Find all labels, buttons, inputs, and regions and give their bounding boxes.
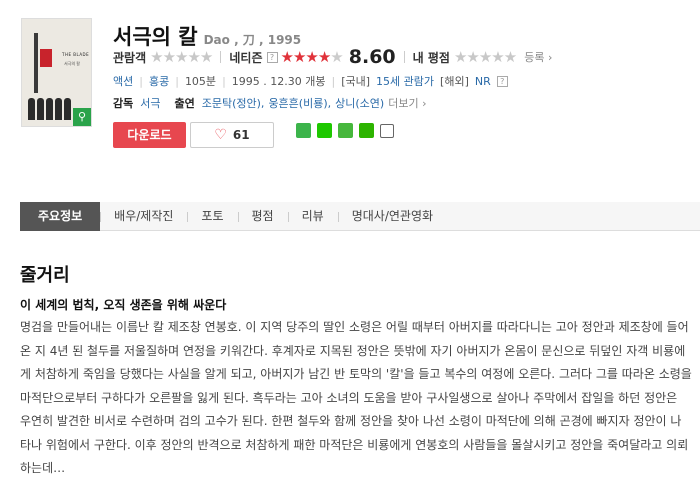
rating-row: 관람객 ★★★★★ 네티즌 ? ★★★★★ 8.60 내 평점 ★★★★★ 등록…	[113, 46, 552, 68]
poster-figure	[28, 98, 35, 120]
divider	[220, 51, 222, 63]
release-date: 1995 . 12.30 개봉	[231, 75, 326, 88]
band-share-icon[interactable]	[359, 123, 374, 138]
synopsis-title: 줄거리	[20, 265, 70, 286]
runtime: 105분	[184, 75, 217, 88]
divider: |	[139, 74, 143, 88]
foreign-rating-link[interactable]: NR	[475, 75, 491, 88]
actor-link[interactable]: 상니(소연)	[335, 95, 384, 111]
share-icon[interactable]	[380, 123, 394, 138]
audience-stars: ★★★★★	[150, 48, 213, 66]
my-rating-label: 내 평점	[412, 50, 450, 65]
line-share-icon[interactable]	[296, 123, 311, 138]
actor-link[interactable]: 조문탁(정안),	[202, 95, 265, 111]
poster-figure	[55, 98, 62, 120]
naver-share-icon[interactable]	[317, 123, 332, 138]
netizen-stars: ★★★★★	[280, 48, 344, 66]
tab-quotes-related[interactable]: 명대사/연관영화	[337, 202, 447, 231]
director-label: 감독	[113, 97, 134, 110]
heart-icon: ♡	[214, 127, 227, 143]
poster-red-graphic	[40, 49, 52, 67]
poster-figure	[64, 98, 71, 120]
like-count: 61	[232, 128, 250, 142]
tab-photos[interactable]: 포토	[187, 202, 237, 231]
zoom-icon[interactable]: ⚲	[73, 108, 91, 126]
director-link[interactable]: 서극	[140, 95, 160, 111]
netizen-score: 8.60	[348, 46, 396, 68]
tab-cast-crew[interactable]: 배우/제작진	[100, 202, 187, 231]
register-rating-link[interactable]: 등록 ›	[524, 49, 552, 65]
movie-info-row: 액션 | 홍콩 | 105분 | 1995 . 12.30 개봉 | [국내] …	[113, 73, 511, 89]
poster-figure	[37, 98, 44, 120]
my-rating-stars[interactable]: ★★★★★	[454, 48, 517, 66]
tab-bar: 주요정보 배우/제작진 포토 평점 리뷰 명대사/연관영화	[20, 201, 700, 231]
divider: |	[175, 74, 179, 88]
share-icons	[296, 123, 394, 138]
domestic-rating-link[interactable]: 15세 관람가	[376, 73, 434, 89]
poster-figure	[46, 98, 53, 120]
actors-label: 출연	[174, 97, 195, 110]
tab-ratings[interactable]: 평점	[237, 202, 288, 231]
like-button[interactable]: ♡ 61	[190, 122, 274, 148]
divider: |	[222, 74, 226, 88]
synopsis-heading: 이 세계의 법칙, 오직 생존을 위해 싸운다	[20, 298, 227, 312]
country-link[interactable]: 홍콩	[149, 73, 169, 89]
help-icon[interactable]: ?	[496, 75, 508, 87]
download-button[interactable]: 다운로드	[113, 122, 186, 148]
poster-blade-graphic	[34, 33, 38, 93]
audience-rating-label: 관람객	[113, 50, 147, 65]
divider: |	[331, 74, 336, 88]
synopsis-body: 명검을 만들어내는 이름난 칼 제조창 연봉호. 이 지역 당주의 딸인 소령은…	[20, 320, 692, 475]
cast-row: 감독 서극 출연 조문탁(정안), 웅흔흔(비룡), 상니(소연) 더보기 ›	[113, 95, 426, 111]
poster-subtitle: 서극의 칼	[64, 61, 80, 66]
poster-title: THE BLADE	[62, 52, 90, 57]
domestic-rating-prefix: [국내]	[341, 75, 371, 88]
genre-link[interactable]: 액션	[113, 73, 133, 89]
bookmark-share-icon[interactable]	[338, 123, 353, 138]
tab-main-info[interactable]: 주요정보	[20, 201, 101, 231]
divider	[403, 51, 405, 63]
actor-link[interactable]: 웅흔흔(비룡),	[268, 95, 331, 111]
tab-reviews[interactable]: 리뷰	[287, 202, 338, 231]
movie-poster[interactable]: THE BLADE 서극의 칼 ⚲	[21, 18, 92, 127]
more-cast-link[interactable]: 더보기 ›	[388, 95, 426, 111]
foreign-rating-prefix: [해외]	[440, 75, 469, 88]
help-icon[interactable]: ?	[266, 51, 278, 63]
netizen-rating-label: 네티즌	[229, 50, 263, 65]
